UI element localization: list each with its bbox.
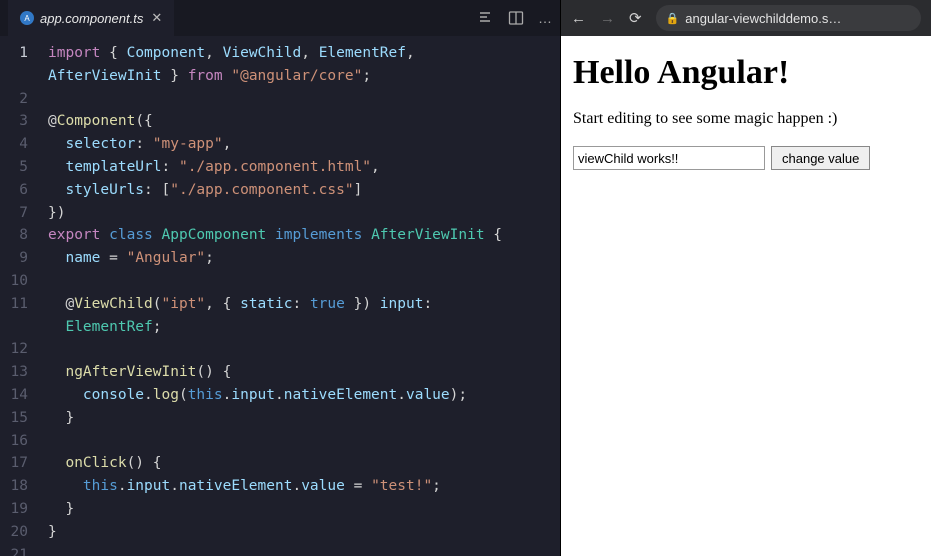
format-code-icon[interactable] bbox=[478, 10, 494, 26]
editor-tabbar: A app.component.ts ✕ … bbox=[0, 0, 560, 36]
editor-tab-actions: … bbox=[478, 10, 552, 26]
forward-button[interactable]: → bbox=[600, 10, 615, 27]
back-button[interactable]: ← bbox=[571, 10, 586, 27]
angular-file-icon: A bbox=[20, 11, 34, 25]
file-tab-label: app.component.ts bbox=[40, 11, 143, 26]
line-number-gutter: 123456789101112131415161718192021 bbox=[0, 42, 42, 556]
code-content[interactable]: import { Component, ViewChild, ElementRe… bbox=[42, 42, 560, 556]
close-tab-button[interactable]: ✕ bbox=[151, 10, 162, 26]
page-heading: Hello Angular! bbox=[573, 54, 919, 92]
demo-text-input[interactable] bbox=[573, 146, 765, 170]
split-editor-icon[interactable] bbox=[508, 10, 524, 26]
rendered-page: Hello Angular! Start editing to see some… bbox=[561, 36, 931, 556]
lock-icon: 🔒 bbox=[666, 12, 680, 25]
more-actions-icon[interactable]: … bbox=[538, 10, 552, 26]
browser-preview-pane: ← → ⟳ 🔒 angular-viewchilddemo.s… Hello A… bbox=[560, 0, 931, 556]
url-text: angular-viewchilddemo.s… bbox=[685, 11, 841, 26]
code-editor-pane: A app.component.ts ✕ … 12345678910111213… bbox=[0, 0, 560, 556]
code-area[interactable]: 123456789101112131415161718192021 import… bbox=[0, 36, 560, 556]
reload-button[interactable]: ⟳ bbox=[629, 9, 642, 27]
address-bar[interactable]: 🔒 angular-viewchilddemo.s… bbox=[656, 5, 921, 31]
file-tab[interactable]: A app.component.ts ✕ bbox=[8, 0, 174, 36]
page-subtext: Start editing to see some magic happen :… bbox=[573, 110, 919, 128]
browser-toolbar: ← → ⟳ 🔒 angular-viewchilddemo.s… bbox=[561, 0, 931, 36]
change-value-button[interactable]: change value bbox=[771, 146, 870, 170]
